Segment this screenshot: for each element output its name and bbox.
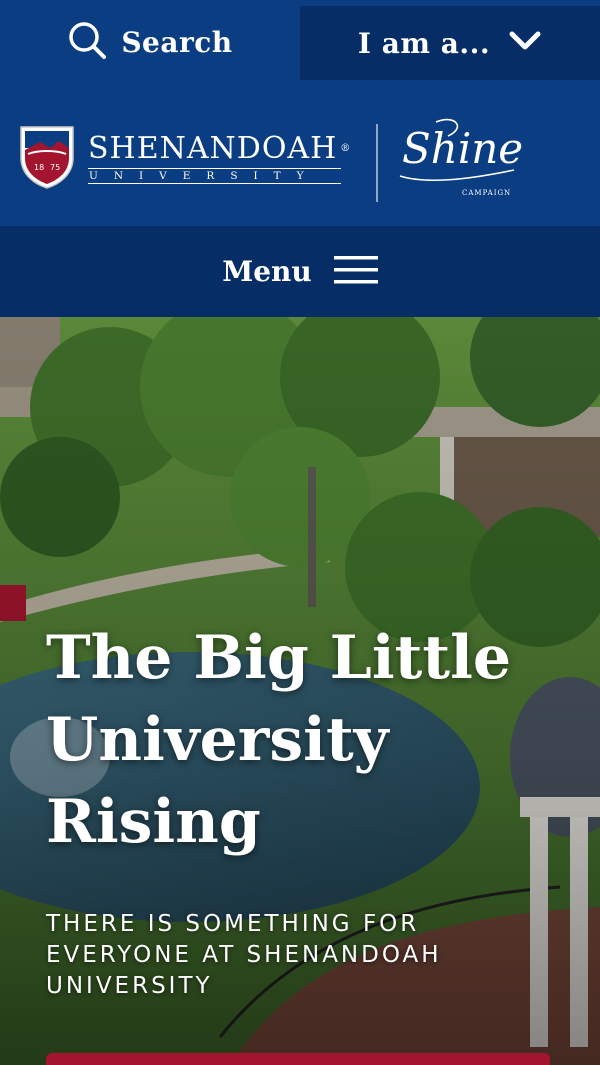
i-am-a-label: I am a... — [357, 26, 491, 60]
search-icon — [67, 20, 107, 64]
hero-section: The Big Little University Rising THERE I… — [0, 317, 600, 1065]
menu-label: Menu — [222, 255, 312, 288]
shine-campaign-logo[interactable]: Shine CAMPAIGN — [396, 114, 526, 204]
search-button[interactable]: Search — [0, 0, 300, 84]
registered-mark: ® — [340, 143, 352, 154]
hero-title: The Big Little University Rising — [46, 623, 512, 857]
logo-name: SHENANDOAH — [88, 131, 338, 166]
university-wordmark: SHENANDOAH ® UNIVERSITY — [88, 134, 351, 184]
logo-subtitle: UNIVERSITY — [88, 168, 341, 184]
logo-band: 18 75 SHENANDOAH ® UNIVERSITY Shine CAMPA… — [0, 84, 600, 226]
shine-script: Shine — [402, 124, 524, 173]
i-am-a-dropdown[interactable]: I am a... — [300, 6, 600, 80]
university-shield-icon: 18 75 — [18, 124, 76, 194]
search-label: Search — [121, 25, 233, 59]
university-logo-link[interactable]: 18 75 SHENANDOAH ® UNIVERSITY — [18, 124, 351, 194]
hamburger-icon — [333, 254, 378, 290]
shield-year-left: 18 — [34, 163, 44, 172]
hero-subtitle: THERE IS SOMETHING FOR EVERYONE AT SHENA… — [46, 911, 442, 999]
shield-year-right: 75 — [50, 163, 60, 172]
logo-divider — [376, 124, 378, 202]
shine-campaign-label: CAMPAIGN — [462, 189, 512, 197]
menu-button[interactable]: Menu — [0, 226, 600, 317]
chevron-down-icon — [508, 30, 542, 56]
utility-bar: Search I am a... — [0, 0, 600, 84]
hero-cta-button[interactable] — [46, 1053, 550, 1065]
